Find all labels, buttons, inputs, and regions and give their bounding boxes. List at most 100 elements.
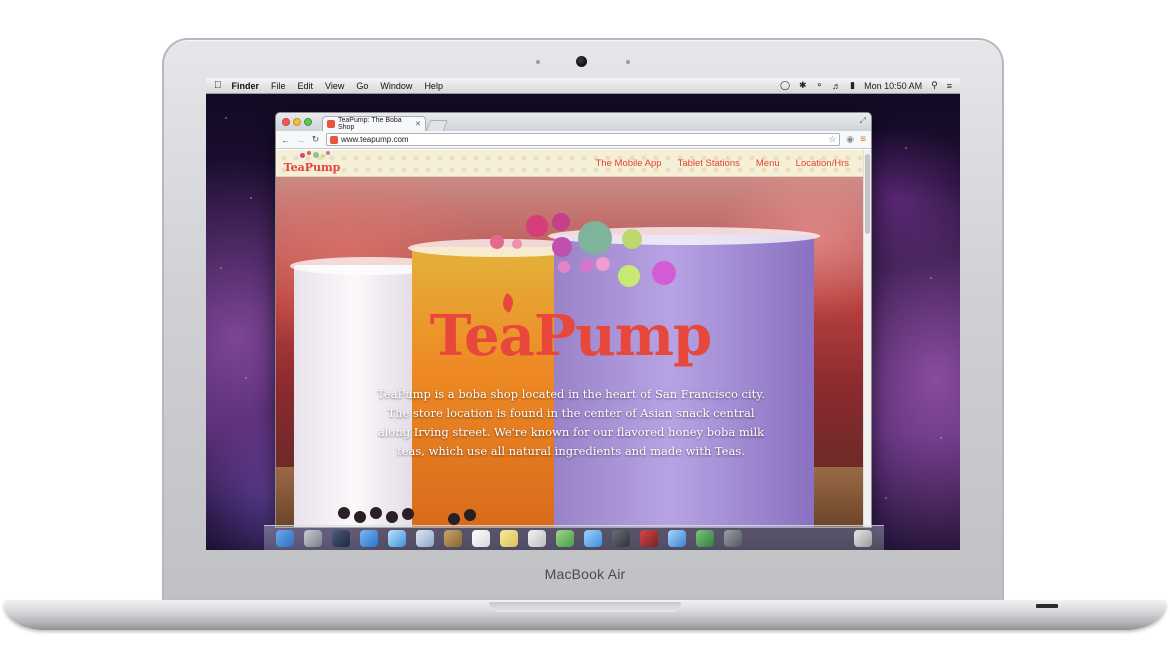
logo-bubble bbox=[300, 153, 305, 158]
mac-menubar:  Finder File Edit View Go Window Help ◯… bbox=[206, 78, 960, 94]
hero-logo-title: TeaPump bbox=[429, 303, 712, 369]
logo-bubble bbox=[552, 237, 572, 257]
reminders-icon[interactable] bbox=[528, 529, 546, 547]
facetime-icon[interactable] bbox=[612, 529, 630, 547]
extension-icon[interactable]: ◉ bbox=[846, 134, 854, 145]
menubar-status-area: ◯ ✱ ⚬ ♬ ▮ Mon 10:50 AM ⚲ ≡ bbox=[780, 80, 952, 91]
logo-bubble bbox=[578, 221, 612, 255]
boba-pearl bbox=[370, 507, 382, 519]
menu-edit[interactable]: Edit bbox=[298, 81, 314, 91]
camera-icon bbox=[576, 56, 587, 67]
logo-bubble bbox=[512, 239, 522, 249]
chat-icon[interactable]: ◯ bbox=[780, 80, 790, 91]
messages-icon[interactable] bbox=[584, 529, 602, 547]
boba-pearl bbox=[338, 507, 350, 519]
app-store-icon[interactable] bbox=[360, 529, 378, 547]
notes-icon[interactable] bbox=[500, 529, 518, 547]
preferences-icon[interactable] bbox=[724, 529, 742, 547]
photo-booth-icon[interactable] bbox=[640, 529, 658, 547]
logo-bubble bbox=[313, 152, 319, 158]
volume-icon[interactable]: ♬ bbox=[832, 81, 841, 91]
close-window-button[interactable] bbox=[282, 118, 290, 126]
web-page: TeaPump The Mobile App Tablet Stations M… bbox=[276, 150, 865, 527]
desktop-screen:  Finder File Edit View Go Window Help ◯… bbox=[206, 78, 960, 550]
nav-mobile-app[interactable]: The Mobile App bbox=[596, 158, 662, 169]
mac-dock bbox=[264, 525, 884, 550]
scrollbar-thumb[interactable] bbox=[865, 154, 870, 234]
browser-menu-icon[interactable]: ≡ bbox=[860, 134, 866, 145]
bluetooth-icon[interactable]: ✱ bbox=[799, 80, 807, 91]
logo-bubble bbox=[552, 213, 570, 231]
wifi-icon[interactable]: ⚬ bbox=[816, 80, 824, 91]
finder-icon[interactable] bbox=[276, 529, 294, 547]
trash-icon[interactable] bbox=[854, 529, 872, 547]
mail-icon[interactable] bbox=[416, 529, 434, 547]
menu-help[interactable]: Help bbox=[424, 81, 443, 91]
list-icon[interactable]: ≡ bbox=[947, 81, 952, 91]
search-icon[interactable]: ⚲ bbox=[931, 80, 938, 91]
site-logo[interactable]: TeaPump bbox=[283, 151, 341, 175]
logo-bubble bbox=[526, 215, 548, 237]
minimize-window-button[interactable] bbox=[293, 118, 301, 126]
boba-pearl bbox=[464, 509, 476, 521]
boba-pearl bbox=[448, 513, 460, 525]
nav-location-hours[interactable]: Location/Hrs bbox=[796, 158, 849, 169]
forward-icon[interactable]: → bbox=[296, 135, 305, 145]
logo-bubble bbox=[321, 154, 325, 158]
logo-bubble bbox=[622, 229, 642, 249]
fullscreen-icon[interactable]: ⤢ bbox=[860, 116, 866, 126]
apple-menu-icon[interactable]:  bbox=[214, 80, 222, 91]
tab-title: TeaPump: The Boba Shop bbox=[338, 117, 402, 131]
itunes-icon[interactable] bbox=[668, 529, 686, 547]
hero-description: TeaPump is a boba shop located in the he… bbox=[377, 387, 765, 458]
reload-icon[interactable]: ↻ bbox=[311, 134, 320, 145]
tab-close-icon[interactable]: ✕ bbox=[415, 120, 421, 128]
nav-menu[interactable]: Menu bbox=[756, 158, 780, 169]
microphone-dot bbox=[626, 60, 630, 64]
maps-icon[interactable] bbox=[556, 529, 574, 547]
favicon-icon bbox=[327, 120, 335, 128]
launchpad-icon[interactable] bbox=[304, 529, 322, 547]
menu-file[interactable]: File bbox=[271, 81, 286, 91]
ambient-sensor bbox=[536, 60, 540, 64]
mission-control-icon[interactable] bbox=[332, 529, 350, 547]
menu-window[interactable]: Window bbox=[380, 81, 412, 91]
boba-pearl bbox=[386, 511, 398, 523]
menubar-clock[interactable]: Mon 10:50 AM bbox=[864, 81, 922, 91]
usb-port bbox=[1036, 604, 1058, 608]
logo-bubble bbox=[652, 261, 676, 285]
browser-toolbar: ← → ↻ www.teapump.com ☆ ◉ ≡ bbox=[276, 131, 871, 149]
photos-icon[interactable] bbox=[696, 529, 714, 547]
nav-tablet-stations[interactable]: Tablet Stations bbox=[678, 158, 740, 169]
boba-pearl bbox=[402, 508, 414, 520]
contacts-icon[interactable] bbox=[444, 529, 462, 547]
logo-bubble bbox=[618, 265, 640, 287]
battery-icon[interactable]: ▮ bbox=[850, 80, 855, 91]
logo-bubble bbox=[326, 151, 330, 155]
boba-pearl bbox=[354, 511, 366, 523]
site-header: TeaPump The Mobile App Tablet Stations M… bbox=[276, 150, 865, 177]
safari-icon[interactable] bbox=[388, 529, 406, 547]
hero-section: TeaPump TeaPump is a boba shop located i… bbox=[276, 177, 865, 527]
purple-taro-cup bbox=[554, 235, 814, 527]
page-scrollbar[interactable] bbox=[863, 150, 871, 527]
browser-tab[interactable]: TeaPump: The Boba Shop ✕ bbox=[322, 116, 426, 131]
menu-app-name[interactable]: Finder bbox=[232, 81, 260, 91]
new-tab-button[interactable] bbox=[425, 120, 449, 131]
logo-wordmark: TeaPump bbox=[283, 161, 341, 174]
calendar-icon[interactable] bbox=[472, 529, 490, 547]
browser-window: TeaPump: The Boba Shop ✕ ⤢ ← → ↻ www.tea… bbox=[275, 112, 872, 528]
menu-view[interactable]: View bbox=[325, 81, 344, 91]
address-bar[interactable]: www.teapump.com ☆ bbox=[326, 133, 841, 146]
zoom-window-button[interactable] bbox=[304, 118, 312, 126]
logo-bubble bbox=[307, 151, 311, 155]
logo-bubble bbox=[490, 235, 504, 249]
site-nav: The Mobile App Tablet Stations Menu Loca… bbox=[596, 158, 849, 169]
site-favicon-icon bbox=[330, 135, 338, 144]
device-label: MacBook Air bbox=[544, 566, 626, 582]
tab-strip: TeaPump: The Boba Shop ✕ ⤢ bbox=[276, 113, 871, 131]
back-icon[interactable]: ← bbox=[281, 135, 290, 145]
bookmark-star-icon[interactable]: ☆ bbox=[828, 134, 836, 145]
logo-bubble bbox=[580, 259, 594, 273]
menu-go[interactable]: Go bbox=[356, 81, 368, 91]
